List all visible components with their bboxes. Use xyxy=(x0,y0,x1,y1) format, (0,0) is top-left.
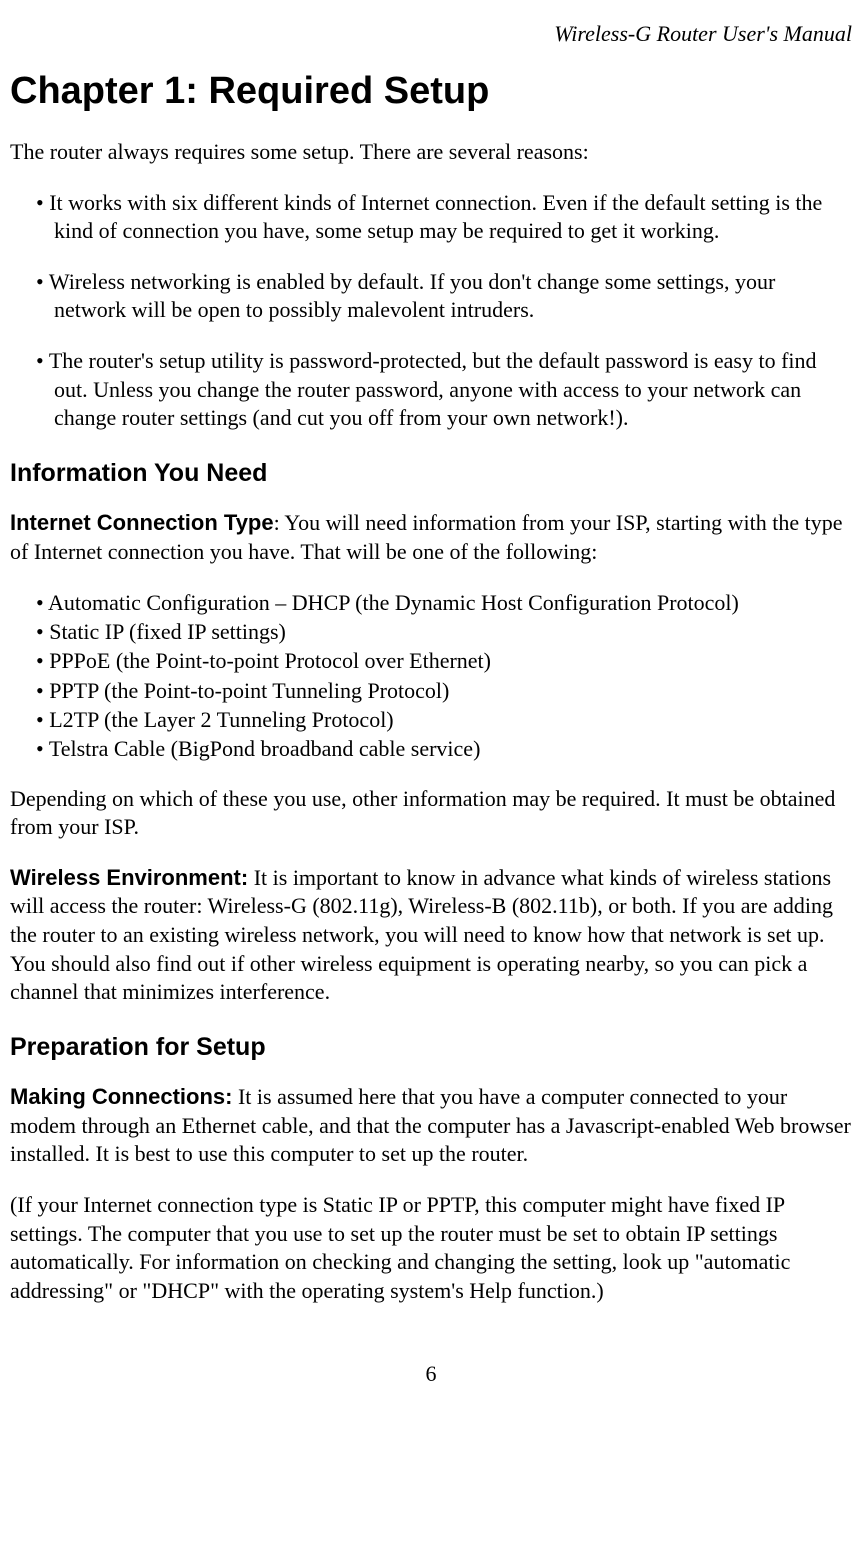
reason-text: Wireless networking is enabled by defaul… xyxy=(49,269,775,323)
page-number: 6 xyxy=(10,1360,852,1389)
making-connections-paragraph: Making Connections: It is assumed here t… xyxy=(10,1083,852,1169)
connection-types-after: Depending on which of these you use, oth… xyxy=(10,785,852,842)
reason-item: • Wireless networking is enabled by defa… xyxy=(10,268,852,325)
chapter-title: Chapter 1: Required Setup xyxy=(10,67,852,116)
reason-text: The router's setup utility is password-p… xyxy=(49,348,817,430)
wireless-environment-label: Wireless Environment: xyxy=(10,865,248,890)
making-connections-label: Making Connections: xyxy=(10,1084,232,1109)
reason-text: It works with six different kinds of Int… xyxy=(49,190,822,244)
section-heading-information: Information You Need xyxy=(10,457,852,490)
connection-type-item: • PPTP (the Point-to-point Tunneling Pro… xyxy=(10,676,852,705)
reason-item: • The router's setup utility is password… xyxy=(10,347,852,433)
connection-type-text: Static IP (fixed IP settings) xyxy=(49,619,286,644)
intro-paragraph: The router always requires some setup. T… xyxy=(10,138,852,167)
reason-item: • It works with six different kinds of I… xyxy=(10,189,852,246)
connection-type-text: Automatic Configuration – DHCP (the Dyna… xyxy=(48,590,739,615)
connection-type-item: • PPPoE (the Point-to-point Protocol ove… xyxy=(10,646,852,675)
connection-type-text: L2TP (the Layer 2 Tunneling Protocol) xyxy=(49,707,393,732)
connection-type-item: • L2TP (the Layer 2 Tunneling Protocol) xyxy=(10,705,852,734)
connection-type-item: • Static IP (fixed IP settings) xyxy=(10,617,852,646)
connection-types-list: • Automatic Configuration – DHCP (the Dy… xyxy=(10,588,852,762)
connection-type-text: PPTP (the Point-to-point Tunneling Proto… xyxy=(49,678,449,703)
section-heading-preparation: Preparation for Setup xyxy=(10,1031,852,1064)
internet-connection-label: Internet Connection Type xyxy=(10,510,274,535)
internet-connection-paragraph: Internet Connection Type: You will need … xyxy=(10,509,852,566)
wireless-environment-paragraph: Wireless Environment: It is important to… xyxy=(10,864,852,1007)
connection-type-item: • Automatic Configuration – DHCP (the Dy… xyxy=(10,588,852,617)
parenthetical-note: (If your Internet connection type is Sta… xyxy=(10,1191,852,1305)
reasons-list: • It works with six different kinds of I… xyxy=(10,189,852,433)
document-header: Wireless-G Router User's Manual xyxy=(10,20,852,49)
connection-type-text: Telstra Cable (BigPond broadband cable s… xyxy=(49,736,481,761)
connection-type-item: • Telstra Cable (BigPond broadband cable… xyxy=(10,734,852,763)
connection-type-text: PPPoE (the Point-to-point Protocol over … xyxy=(49,648,491,673)
